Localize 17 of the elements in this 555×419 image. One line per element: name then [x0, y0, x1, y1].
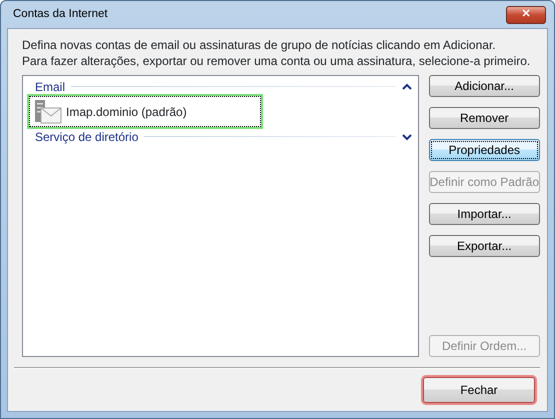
dialog-button[interactable]: Exportar... — [428, 235, 540, 258]
chevron-up-icon — [402, 82, 412, 90]
group-header[interactable]: Email — [29, 78, 412, 95]
account-item[interactable]: Imap.dominio (padrão) — [29, 96, 261, 127]
mail-server-icon — [34, 98, 62, 124]
chevron-down-icon — [402, 132, 412, 140]
close-button[interactable]: ✕ — [506, 6, 546, 24]
instruction-text: Para fazer alterações, exportar ou remover uma conta ou uma assinatura, selecione-a primeiro. — [22, 53, 532, 69]
instruction-text: Defina novas contas de email ou assinaturas de grupo de notícias clicando em Adicionar. — [22, 37, 497, 53]
window-title: Contas da Internet — [13, 6, 108, 22]
close-dialog-button[interactable]: Fechar — [423, 377, 535, 403]
dialog-button[interactable]: Importar... — [428, 203, 540, 226]
dialog-button[interactable]: Remover — [428, 107, 540, 130]
group-header[interactable]: Serviço de diretório — [29, 128, 412, 145]
account-name: Imap.dominio (padrão) — [66, 104, 187, 120]
dialog-button[interactable]: Adicionar... — [428, 75, 540, 98]
dialog-button[interactable]: Propriedades — [428, 139, 540, 162]
